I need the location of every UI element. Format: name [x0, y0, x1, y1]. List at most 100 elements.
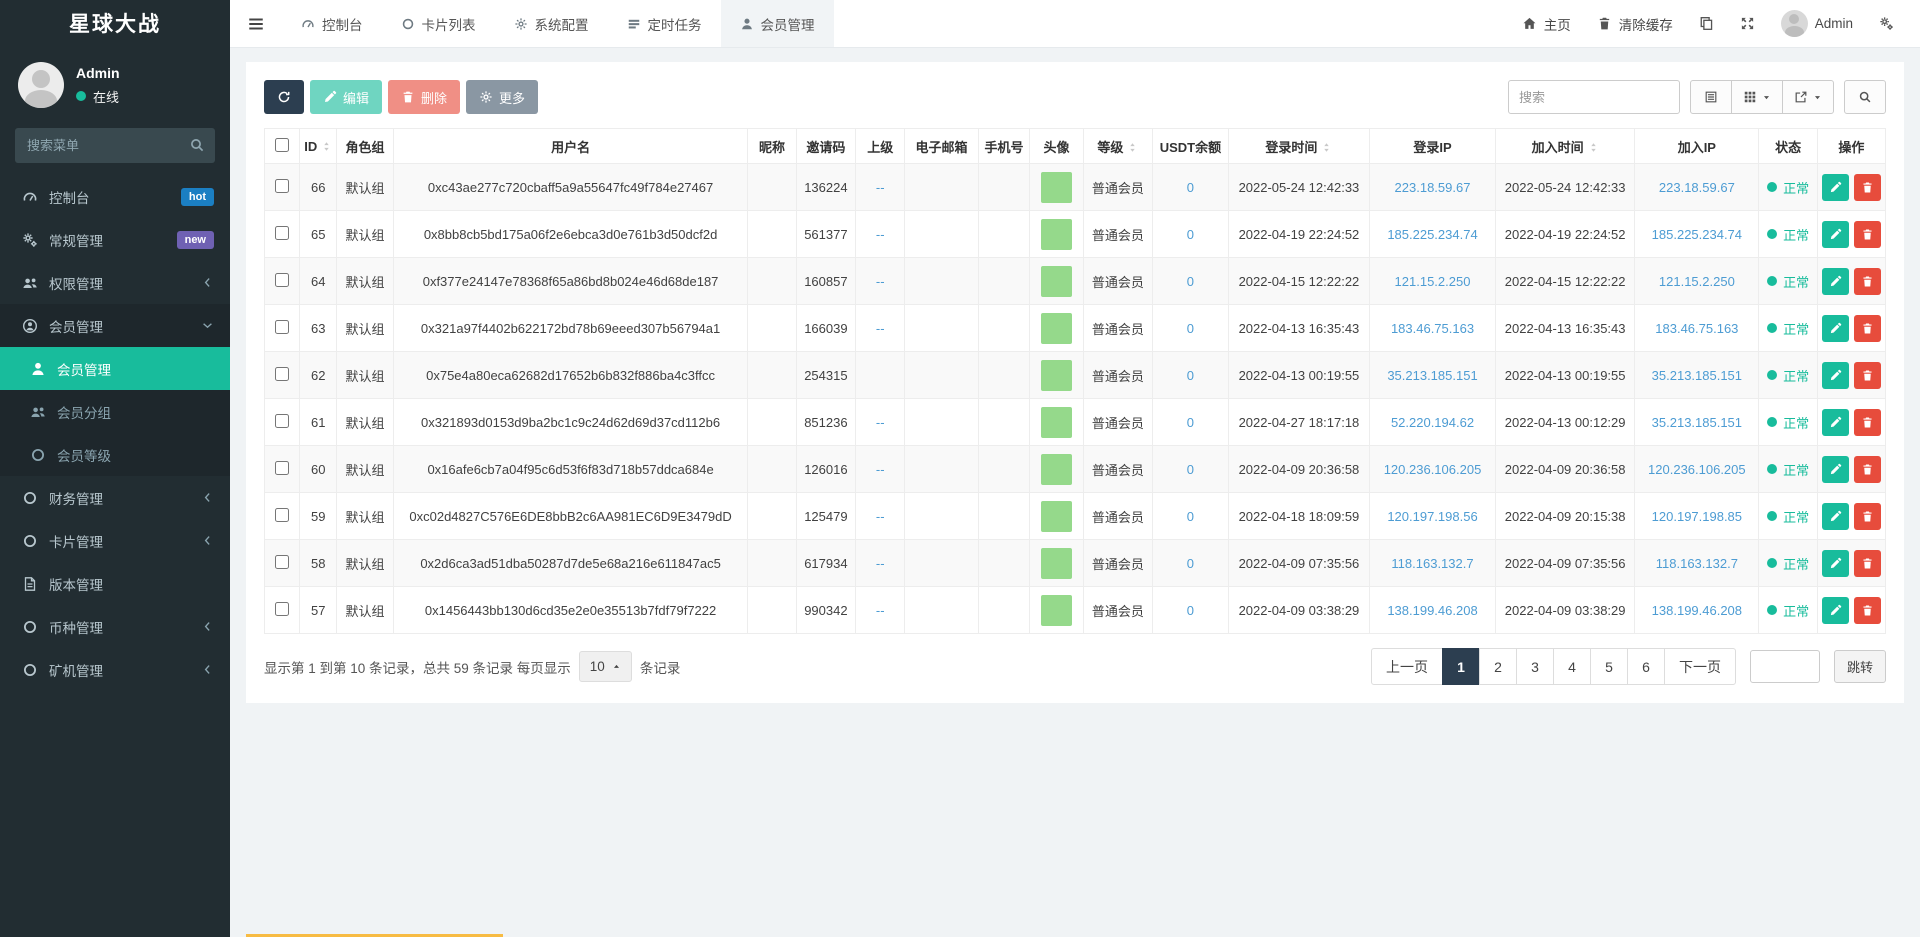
- cell-parent[interactable]: --: [856, 211, 905, 258]
- clear-cache-button[interactable]: 清除缓存: [1597, 14, 1673, 34]
- cell-parent[interactable]: --: [856, 446, 905, 493]
- page-button-3[interactable]: 3: [1516, 648, 1554, 685]
- row-edit-button[interactable]: [1822, 409, 1849, 436]
- more-button[interactable]: 更多: [466, 80, 538, 114]
- row-checkbox[interactable]: [275, 273, 289, 287]
- page-size-select[interactable]: 10: [579, 651, 632, 682]
- row-delete-button[interactable]: [1854, 315, 1881, 342]
- row-delete-button[interactable]: [1854, 456, 1881, 483]
- sidebar-item-会员管理[interactable]: 会员管理: [0, 304, 230, 347]
- cell-login-ip[interactable]: 138.199.46.208: [1370, 587, 1496, 634]
- member-avatar[interactable]: [1041, 595, 1072, 626]
- sidebar-item-常规管理[interactable]: 常规管理new: [0, 218, 230, 261]
- cell-login-ip[interactable]: 52.220.194.62: [1370, 399, 1496, 446]
- cell-login-ip[interactable]: 223.18.59.67: [1370, 164, 1496, 211]
- tab-定时任务[interactable]: 定时任务: [608, 0, 721, 47]
- row-delete-button[interactable]: [1854, 174, 1881, 201]
- sidebar-toggle-button[interactable]: [230, 0, 282, 47]
- member-avatar[interactable]: [1041, 219, 1072, 250]
- row-edit-button[interactable]: [1822, 315, 1849, 342]
- page-button-6[interactable]: 6: [1627, 648, 1665, 685]
- sidebar-item-控制台[interactable]: 控制台hot: [0, 175, 230, 218]
- export-button[interactable]: [1782, 80, 1834, 114]
- tab-卡片列表[interactable]: 卡片列表: [382, 0, 495, 47]
- cell-join-ip[interactable]: 121.15.2.250: [1635, 258, 1759, 305]
- user-menu[interactable]: Admin: [1781, 10, 1853, 37]
- row-checkbox[interactable]: [275, 508, 289, 522]
- row-checkbox[interactable]: [275, 226, 289, 240]
- member-avatar[interactable]: [1041, 548, 1072, 579]
- cell-join-ip[interactable]: 138.199.46.208: [1635, 587, 1759, 634]
- cell-usdt-balance[interactable]: 0: [1153, 352, 1229, 399]
- member-avatar[interactable]: [1041, 313, 1072, 344]
- cell-login-ip[interactable]: 35.213.185.151: [1370, 352, 1496, 399]
- fullscreen-button[interactable]: [1740, 16, 1755, 31]
- sidebar-subitem-会员管理[interactable]: 会员管理: [0, 347, 230, 390]
- next-page-button[interactable]: 下一页: [1664, 648, 1736, 685]
- row-edit-button[interactable]: [1822, 597, 1849, 624]
- member-avatar[interactable]: [1041, 407, 1072, 438]
- select-all-checkbox[interactable]: [275, 138, 289, 152]
- row-checkbox[interactable]: [275, 320, 289, 334]
- page-button-2[interactable]: 2: [1479, 648, 1517, 685]
- row-edit-button[interactable]: [1822, 550, 1849, 577]
- cell-usdt-balance[interactable]: 0: [1153, 258, 1229, 305]
- row-delete-button[interactable]: [1854, 550, 1881, 577]
- delete-button[interactable]: 删除: [388, 80, 460, 114]
- row-delete-button[interactable]: [1854, 268, 1881, 295]
- column-header-等级[interactable]: 等级: [1083, 129, 1153, 164]
- cell-join-ip[interactable]: 223.18.59.67: [1635, 164, 1759, 211]
- settings-button[interactable]: [1879, 16, 1894, 31]
- cell-login-ip[interactable]: 183.46.75.163: [1370, 305, 1496, 352]
- page-jump-button[interactable]: 跳转: [1834, 650, 1886, 683]
- cell-join-ip[interactable]: 183.46.75.163: [1635, 305, 1759, 352]
- cell-login-ip[interactable]: 121.15.2.250: [1370, 258, 1496, 305]
- column-header-加入时间[interactable]: 加入时间: [1495, 129, 1634, 164]
- column-header-登录时间[interactable]: 登录时间: [1228, 129, 1369, 164]
- cell-parent[interactable]: --: [856, 305, 905, 352]
- page-button-4[interactable]: 4: [1553, 648, 1591, 685]
- row-delete-button[interactable]: [1854, 362, 1881, 389]
- cell-join-ip[interactable]: 185.225.234.74: [1635, 211, 1759, 258]
- row-delete-button[interactable]: [1854, 503, 1881, 530]
- cell-usdt-balance[interactable]: 0: [1153, 211, 1229, 258]
- page-button-5[interactable]: 5: [1590, 648, 1628, 685]
- cell-usdt-balance[interactable]: 0: [1153, 305, 1229, 352]
- row-edit-button[interactable]: [1822, 503, 1849, 530]
- cell-parent[interactable]: --: [856, 258, 905, 305]
- tab-控制台[interactable]: 控制台: [282, 0, 382, 47]
- row-edit-button[interactable]: [1822, 362, 1849, 389]
- edit-button[interactable]: 编辑: [310, 80, 382, 114]
- sidebar-item-权限管理[interactable]: 权限管理: [0, 261, 230, 304]
- row-checkbox[interactable]: [275, 367, 289, 381]
- row-checkbox[interactable]: [275, 602, 289, 616]
- sidebar-item-财务管理[interactable]: 财务管理: [0, 476, 230, 519]
- sidebar-subitem-会员等级[interactable]: 会员等级: [0, 433, 230, 476]
- page-button-1[interactable]: 1: [1442, 648, 1480, 685]
- cell-join-ip[interactable]: 35.213.185.151: [1635, 399, 1759, 446]
- row-checkbox[interactable]: [275, 555, 289, 569]
- logs-button[interactable]: [1699, 16, 1714, 31]
- cell-join-ip[interactable]: 118.163.132.7: [1635, 540, 1759, 587]
- cell-parent[interactable]: --: [856, 587, 905, 634]
- member-avatar[interactable]: [1041, 266, 1072, 297]
- cell-usdt-balance[interactable]: 0: [1153, 587, 1229, 634]
- row-edit-button[interactable]: [1822, 268, 1849, 295]
- cell-usdt-balance[interactable]: 0: [1153, 493, 1229, 540]
- cell-usdt-balance[interactable]: 0: [1153, 399, 1229, 446]
- page-jump-input[interactable]: [1750, 650, 1820, 683]
- tab-系统配置[interactable]: 系统配置: [495, 0, 608, 47]
- sidebar-subitem-会员分组[interactable]: 会员分组: [0, 390, 230, 433]
- cell-parent[interactable]: --: [856, 399, 905, 446]
- home-button[interactable]: 主页: [1522, 14, 1571, 34]
- cell-login-ip[interactable]: 120.236.106.205: [1370, 446, 1496, 493]
- detail-view-button[interactable]: [1690, 80, 1732, 114]
- sidebar-item-版本管理[interactable]: 版本管理: [0, 562, 230, 605]
- row-edit-button[interactable]: [1822, 174, 1849, 201]
- columns-button[interactable]: [1731, 80, 1783, 114]
- cell-parent[interactable]: --: [856, 540, 905, 587]
- refresh-button[interactable]: [264, 80, 304, 114]
- cell-usdt-balance[interactable]: 0: [1153, 446, 1229, 493]
- row-edit-button[interactable]: [1822, 456, 1849, 483]
- column-header-ID[interactable]: ID: [300, 129, 337, 164]
